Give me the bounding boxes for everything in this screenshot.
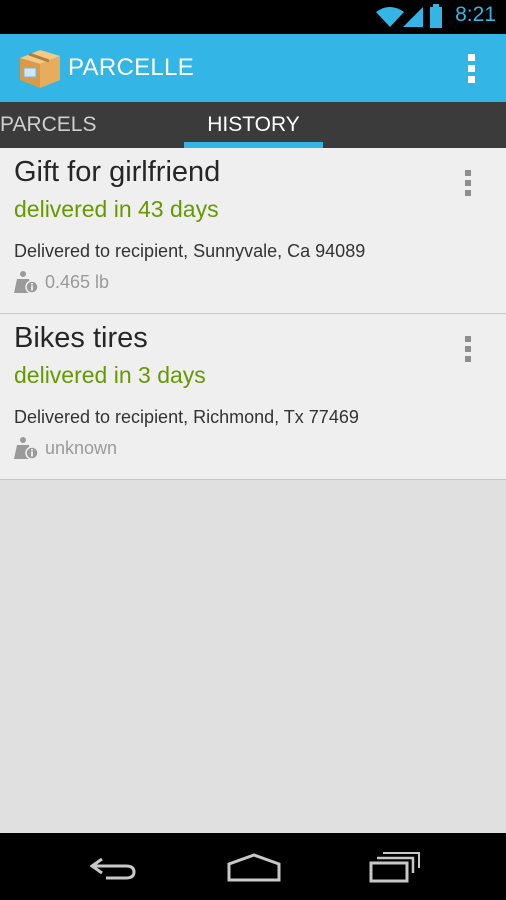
action-bar: PARCELLE (0, 34, 506, 102)
back-icon[interactable] (88, 853, 138, 883)
tab-parcels[interactable]: PARCELS (0, 102, 97, 148)
parcel-title: Gift for girlfriend (14, 156, 221, 188)
parcel-menu-icon[interactable] (464, 170, 472, 200)
home-icon[interactable] (226, 852, 282, 882)
parcel-status: delivered in 43 days (14, 196, 219, 222)
parcel-status: delivered in 3 days (14, 362, 206, 388)
status-bar: 8:21 (0, 0, 506, 34)
recent-apps-icon[interactable] (368, 851, 422, 883)
parcel-location: Delivered to recipient, Sunnyvale, Ca 94… (14, 241, 366, 261)
parcel-card[interactable]: Bikes tires delivered in 3 days Delivere… (0, 314, 506, 480)
clock: 8:21 (455, 3, 496, 26)
app-title: PARCELLE (68, 54, 195, 81)
parcel-title: Bikes tires (14, 322, 148, 354)
battery-icon (430, 4, 442, 28)
weight-info-icon (14, 437, 39, 460)
weight-info-icon (14, 271, 39, 294)
signal-icon (403, 7, 423, 27)
navigation-bar (0, 833, 506, 900)
parcel-weight: 0.465 lb (45, 272, 110, 292)
parcel-menu-icon[interactable] (464, 336, 472, 366)
overflow-menu-icon[interactable] (466, 54, 476, 84)
parcel-weight: unknown (45, 438, 118, 458)
history-list: Gift for girlfriend delivered in 43 days… (0, 148, 506, 833)
wifi-icon (376, 7, 404, 27)
parcel-card[interactable]: Gift for girlfriend delivered in 43 days… (0, 148, 506, 314)
parcel-box-icon (20, 50, 60, 88)
parcel-location: Delivered to recipient, Richmond, Tx 774… (14, 407, 359, 427)
